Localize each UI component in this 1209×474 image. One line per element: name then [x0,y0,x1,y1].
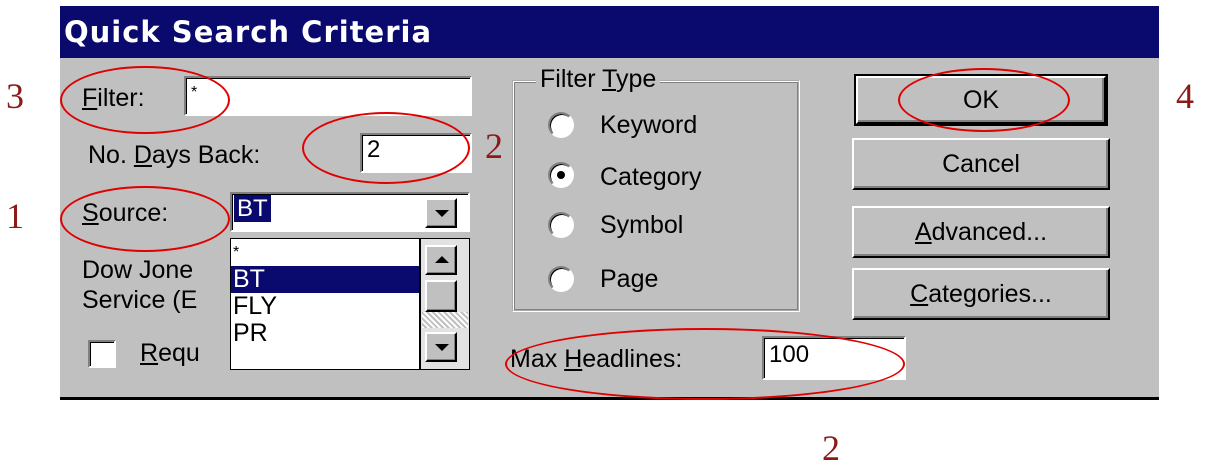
list-item[interactable]: PR [231,320,419,347]
scroll-down-button[interactable] [425,332,457,362]
dialog-title: Quick Search Criteria [60,6,1159,58]
radio-category[interactable] [548,162,574,188]
annotation-ellipse-ok [898,68,1070,132]
chevron-down-icon [435,210,449,217]
source-description-line2: Service (E [82,286,198,314]
chevron-up-icon [435,256,449,263]
chevron-down-icon [435,344,449,351]
list-item[interactable]: BT [231,266,419,293]
radio-keyword[interactable] [548,112,574,138]
annotation-number-2-bottom: 2 [822,428,840,468]
annotation-ellipse-days [302,112,470,184]
scroll-up-button[interactable] [425,245,457,275]
advanced-button[interactable]: Advanced... [852,206,1110,258]
require-label: Requ [140,339,200,367]
days-back-label: No. Days Back: [88,141,261,169]
radio-category-label: Category [600,163,702,191]
annotation-number-4: 4 [1176,76,1194,116]
annotation-number-1: 1 [6,196,24,236]
list-item[interactable]: * [231,239,419,266]
source-dropdown-button[interactable] [425,198,457,228]
list-item[interactable]: FLY [231,293,419,320]
source-selected-value: BT [234,195,271,222]
filter-type-title: Filter Type [536,64,661,94]
radio-symbol-label: Symbol [600,211,684,239]
radio-keyword-label: Keyword [600,111,698,139]
annotation-number-2-days: 2 [485,126,503,166]
annotation-ellipse-source [60,186,230,252]
categories-button[interactable]: Categories... [852,268,1110,320]
cancel-button[interactable]: Cancel [852,138,1110,190]
scroll-track-pattern [422,312,468,328]
source-dropdown-list[interactable]: * BT FLY PR [230,238,420,370]
source-description-line1: Dow Jone [82,256,194,284]
require-checkbox[interactable] [88,340,116,368]
radio-page[interactable] [548,266,574,292]
annotation-number-3: 3 [6,76,24,116]
radio-selected-dot [557,171,565,179]
radio-symbol[interactable] [548,212,574,238]
annotation-ellipse-filter [60,66,230,134]
radio-page-label: Page [600,265,659,293]
annotation-ellipse-max-headlines [505,328,905,400]
scroll-thumb[interactable] [425,280,457,312]
